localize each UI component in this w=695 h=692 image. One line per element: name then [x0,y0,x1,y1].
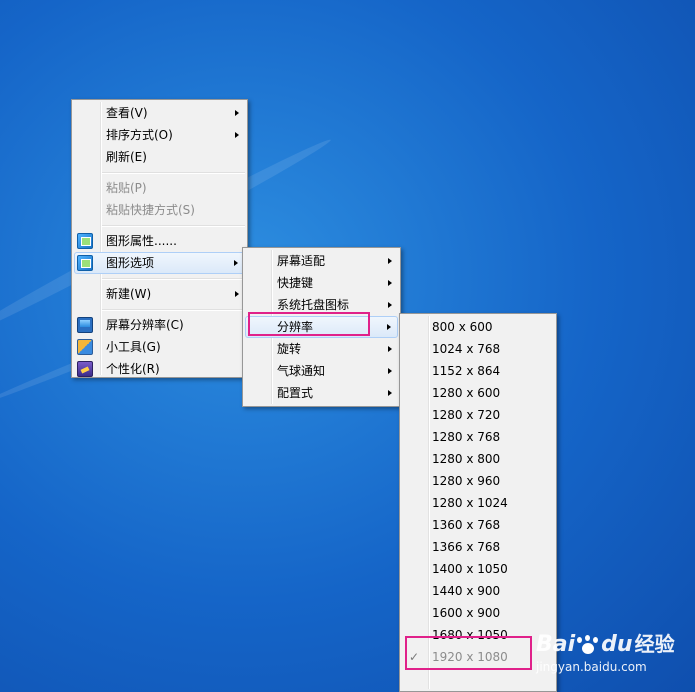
submenu-item-rotation[interactable]: 旋转 [243,338,400,360]
watermark-url: jingyan.baidu.com [536,660,647,674]
menu-item-gadgets[interactable]: 小工具(G) [72,336,247,358]
watermark-brand2: du [601,632,633,657]
resolution-option[interactable]: 800 x 600 [400,316,556,338]
menu-separator [102,278,245,280]
resolution-option[interactable]: 1024 x 768 [400,338,556,360]
menu-separator [102,309,245,311]
resolution-option[interactable]: 1440 x 900 [400,580,556,602]
resolution-option[interactable]: 1280 x 960 [400,470,556,492]
resolution-option[interactable]: 1280 x 600 [400,382,556,404]
desktop-context-menu: 查看(V) 排序方式(O) 刷新(E) 粘贴(P) 粘贴快捷方式(S) 图形属性… [71,99,248,378]
menu-item-sort[interactable]: 排序方式(O) [72,124,247,146]
chevron-right-icon [388,302,392,308]
menu-item-paste-shortcut: 粘贴快捷方式(S) [106,203,195,217]
menu-item-personalize[interactable]: 个性化(R) [72,358,247,380]
graphics-icon [77,233,93,249]
submenu-item-screen-fit[interactable]: 屏幕适配 [243,250,400,272]
graphics-icon [77,255,93,271]
callout-selected-resolution [405,636,532,670]
resolution-option[interactable]: 1280 x 800 [400,448,556,470]
submenu-item-hotkeys[interactable]: 快捷键 [243,272,400,294]
watermark-suffix: 经验 [634,632,675,656]
chevron-right-icon [388,280,392,286]
chevron-right-icon [387,324,391,330]
submenu-item-profiles[interactable]: 配置式 [243,382,400,404]
resolution-option[interactable]: 1280 x 768 [400,426,556,448]
chevron-right-icon [388,368,392,374]
menu-item-refresh[interactable]: 刷新(E) [72,146,247,168]
resolution-option[interactable]: 1280 x 1024 [400,492,556,514]
menu-item-graphics-options[interactable]: 图形选项 [74,252,245,274]
chevron-right-icon [235,132,239,138]
menu-separator [102,225,245,227]
resolution-option[interactable]: 1152 x 864 [400,360,556,382]
resolution-option[interactable]: 1280 x 720 [400,404,556,426]
chevron-right-icon [235,110,239,116]
baidu-watermark: Bai du 经验 jingyan.baidu.com [530,620,690,680]
resolution-option[interactable]: 1366 x 768 [400,536,556,558]
menu-item-view[interactable]: 查看(V) [72,102,247,124]
menu-item-new[interactable]: 新建(W) [72,283,247,305]
menu-item-paste: 粘贴(P) [106,181,147,195]
chevron-right-icon [388,258,392,264]
menu-item-screen-resolution[interactable]: 屏幕分辨率(C) [72,314,247,336]
menu-separator [102,172,245,174]
menu-item-graphics-properties[interactable]: 图形属性...... [72,230,247,252]
screen-icon [77,317,93,333]
personalize-icon [77,361,93,377]
watermark-brand: Bai [536,632,576,657]
chevron-right-icon [388,390,392,396]
resolution-option[interactable]: 1360 x 768 [400,514,556,536]
submenu-item-balloon-notify[interactable]: 气球通知 [243,360,400,382]
chevron-right-icon [234,260,238,266]
callout-resolution [248,312,370,336]
paw-icon [575,635,601,655]
chevron-right-icon [388,346,392,352]
gadget-icon [77,339,93,355]
resolution-option[interactable]: 1400 x 1050 [400,558,556,580]
chevron-right-icon [235,291,239,297]
